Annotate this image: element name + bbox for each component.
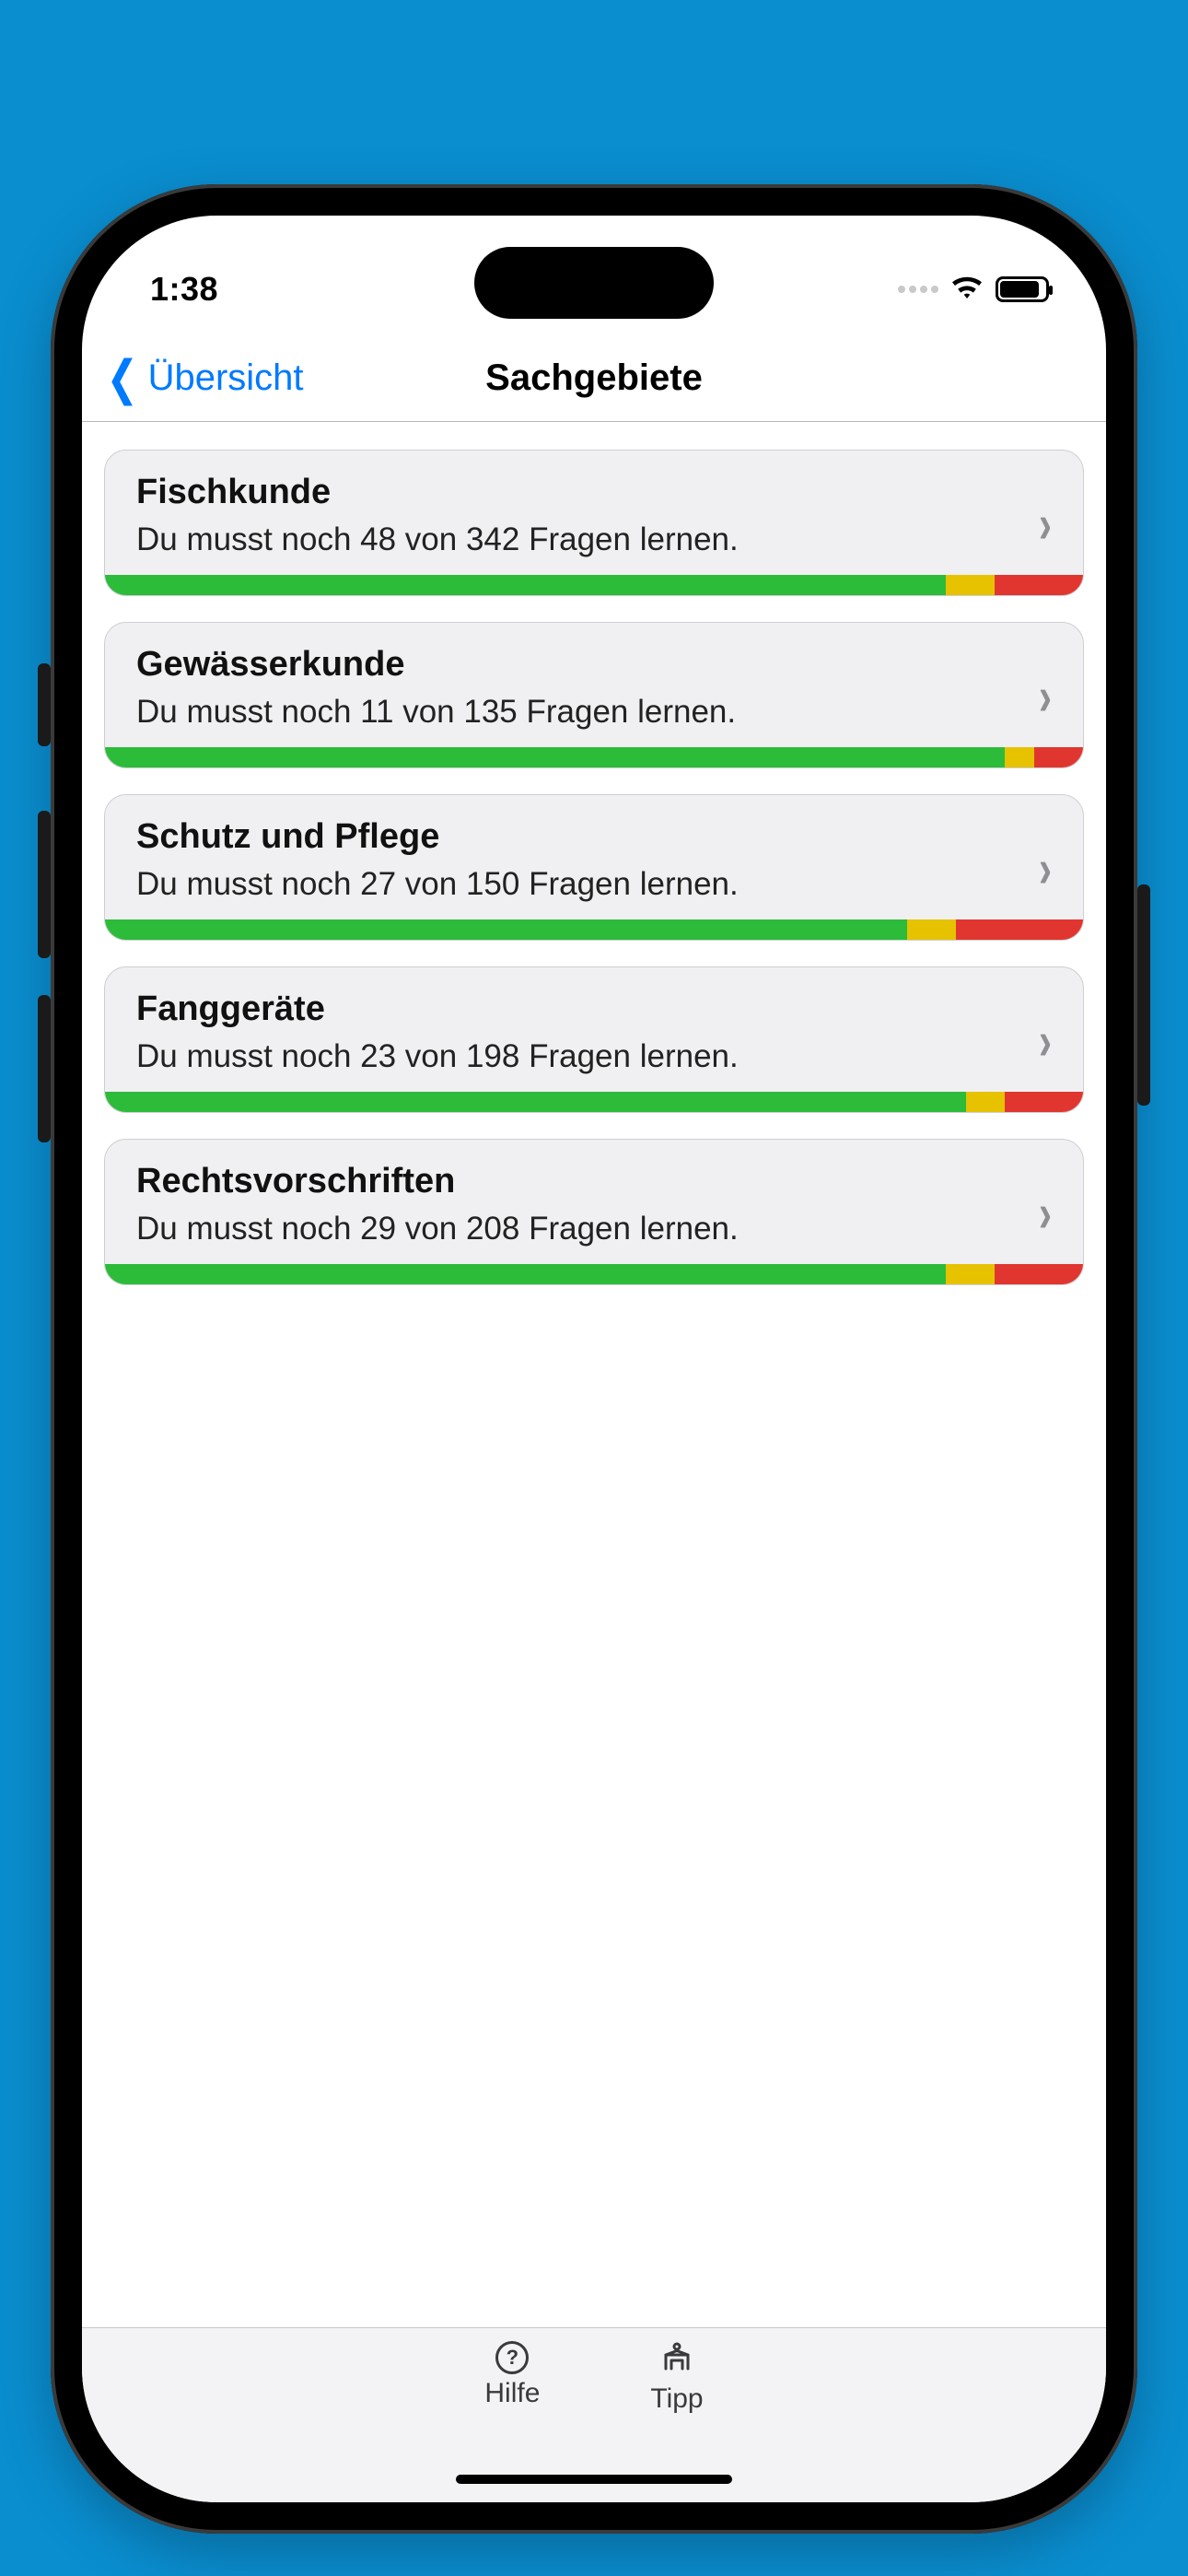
progress-bar: [105, 1264, 1083, 1284]
subject-subtitle: Du musst noch 29 von 208 Fragen lernen.: [136, 1211, 739, 1247]
cellular-dots-icon: [898, 286, 938, 293]
help-icon: ?: [495, 2341, 529, 2374]
status-time: 1:38: [150, 270, 218, 309]
side-button-volume-down: [38, 995, 51, 1142]
subject-card[interactable]: Schutz und Pflege Du musst noch 27 von 15…: [104, 794, 1084, 941]
subject-title: Fanggeräte: [136, 989, 739, 1029]
progress-bar: [105, 919, 1083, 940]
chevron-right-icon: ›: [1030, 493, 1052, 555]
subject-title: Gewässerkunde: [136, 645, 736, 685]
chevron-right-icon: ›: [1030, 665, 1052, 727]
subject-card[interactable]: Gewässerkunde Du musst noch 11 von 135 Fr…: [104, 622, 1084, 768]
subject-card[interactable]: Fischkunde Du musst noch 48 von 342 Frage…: [104, 450, 1084, 596]
subject-title: Schutz und Pflege: [136, 817, 739, 857]
side-button-power: [1137, 884, 1150, 1106]
subjects-list: Fischkunde Du musst noch 48 von 342 Frage…: [82, 422, 1106, 2327]
subject-card[interactable]: Rechtsvorschriften Du musst noch 29 von 2…: [104, 1139, 1084, 1285]
subject-subtitle: Du musst noch 11 von 135 Fragen lernen.: [136, 694, 736, 731]
tab-tip-label: Tipp: [650, 2383, 703, 2415]
back-button[interactable]: ❮ Übersicht: [82, 355, 304, 403]
chevron-right-icon: ›: [1030, 1182, 1052, 1244]
wifi-icon: [951, 275, 983, 304]
nav-header: ❮ Übersicht Sachgebiete: [82, 335, 1106, 422]
progress-bar: [105, 575, 1083, 595]
subject-subtitle: Du musst noch 27 von 150 Fragen lernen.: [136, 866, 739, 903]
tab-help-label: Hilfe: [484, 2378, 540, 2409]
subject-card[interactable]: Fanggeräte Du musst noch 23 von 198 Frage…: [104, 966, 1084, 1113]
dynamic-island: [474, 247, 714, 319]
progress-bar: [105, 1092, 1083, 1112]
subject-title: Fischkunde: [136, 473, 739, 512]
back-label: Übersicht: [148, 357, 304, 399]
chevron-left-icon: ❮: [106, 355, 138, 403]
home-indicator: [456, 2475, 732, 2484]
tip-icon: [660, 2341, 693, 2380]
subject-subtitle: Du musst noch 23 von 198 Fragen lernen.: [136, 1038, 739, 1075]
progress-bar: [105, 747, 1083, 767]
chevron-right-icon: ›: [1030, 1010, 1052, 1071]
battery-icon: [996, 276, 1049, 302]
subject-subtitle: Du musst noch 48 von 342 Fragen lernen.: [136, 521, 739, 558]
phone-frame: 1:38 ❮ Übersicht: [51, 184, 1137, 2534]
subject-title: Rechtsvorschriften: [136, 1162, 739, 1201]
side-button-volume-up: [38, 811, 51, 958]
chevron-right-icon: ›: [1030, 837, 1052, 899]
side-button-silent: [38, 663, 51, 746]
